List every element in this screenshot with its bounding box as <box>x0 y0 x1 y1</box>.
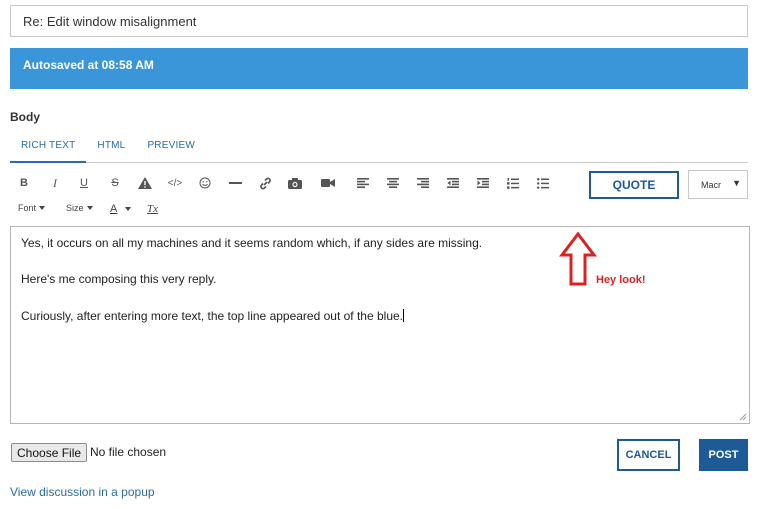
video-icon[interactable] <box>318 173 338 193</box>
emoji-icon[interactable] <box>195 173 215 193</box>
file-status: No file chosen <box>90 445 167 459</box>
resize-handle-icon[interactable] <box>739 413 747 421</box>
post-button[interactable]: POST <box>699 439 748 471</box>
align-right-icon[interactable] <box>413 173 433 193</box>
text-color-dropdown[interactable]: A <box>110 203 132 215</box>
macros-select-label: Macr <box>701 180 721 190</box>
tab-html[interactable]: HTML <box>86 132 136 162</box>
cancel-button[interactable]: CANCEL <box>617 439 680 471</box>
body-editor[interactable]: Yes, it occurs on all my machines and it… <box>10 226 750 424</box>
clear-format-icon[interactable]: Tx <box>147 203 158 215</box>
indent-icon[interactable] <box>473 173 493 193</box>
text-cursor <box>403 308 405 322</box>
quote-button[interactable]: QUOTE <box>589 171 679 199</box>
editor-tabs: RICH TEXT HTML PREVIEW <box>10 132 748 163</box>
underline-icon[interactable]: U <box>74 173 94 193</box>
camera-icon[interactable] <box>285 173 305 193</box>
annotation-label: Hey look! <box>596 274 646 286</box>
outdent-icon[interactable] <box>443 173 463 193</box>
chevron-down-icon <box>39 206 46 210</box>
horizontal-rule-icon[interactable] <box>225 173 245 193</box>
size-dropdown[interactable]: Size <box>66 203 93 213</box>
chevron-down-icon: ▼ <box>732 178 741 188</box>
bold-icon[interactable]: B <box>14 173 34 193</box>
font-dropdown[interactable]: Font <box>18 203 46 213</box>
chevron-down-icon <box>125 207 132 211</box>
font-dropdown-label: Font <box>18 203 37 213</box>
body-label: Body <box>10 110 40 124</box>
autosave-banner: Autosaved at 08:58 AM <box>10 48 748 89</box>
code-icon[interactable]: </> <box>165 173 185 193</box>
link-icon[interactable] <box>255 173 275 193</box>
editor-line: Curiously, after entering more text, the… <box>21 308 739 323</box>
align-center-icon[interactable] <box>383 173 403 193</box>
strikethrough-icon[interactable]: S <box>105 173 125 193</box>
tab-rich-text[interactable]: RICH TEXT <box>10 132 87 163</box>
macros-select[interactable]: Macr ▼ <box>688 170 748 199</box>
italic-icon[interactable]: I <box>45 173 65 193</box>
editor-line-text: Curiously, after entering more text, the… <box>21 308 404 323</box>
view-in-popup-link[interactable]: View discussion in a popup <box>10 485 155 499</box>
align-left-icon[interactable] <box>353 173 373 193</box>
bulleted-list-icon[interactable] <box>533 173 553 193</box>
size-dropdown-label: Size <box>66 203 84 213</box>
chevron-down-icon <box>86 206 93 210</box>
editor-line: Yes, it occurs on all my machines and it… <box>21 236 483 250</box>
annotation-arrow-icon <box>558 231 598 286</box>
text-color-icon: A <box>110 203 118 215</box>
tab-preview[interactable]: PREVIEW <box>136 132 206 162</box>
choose-file-button[interactable]: Choose File <box>11 443 88 462</box>
numbered-list-icon[interactable] <box>503 173 523 193</box>
warning-icon[interactable] <box>135 173 155 193</box>
subject-input[interactable]: Re: Edit window misalignment <box>10 5 748 37</box>
